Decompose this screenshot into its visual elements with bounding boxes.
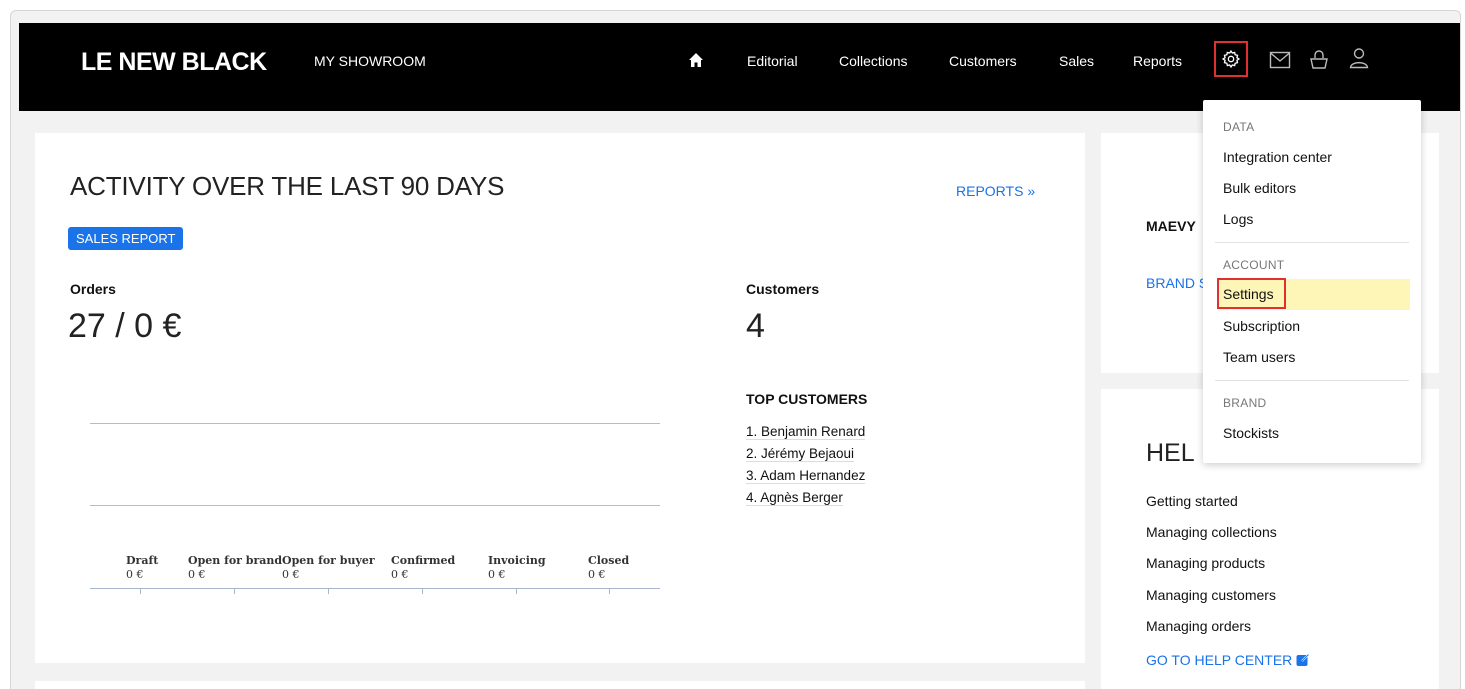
activity-title: ACTIVITY OVER THE LAST 90 DAYS [70,171,505,201]
nav-collections[interactable]: Collections [839,53,907,69]
status-draft-value: 0 € [126,568,144,581]
menu-item-logs[interactable]: Logs [1223,211,1253,227]
sales-report-badge[interactable]: SALES REPORT [68,227,184,250]
help-link-getting-started[interactable]: Getting started [1146,493,1238,509]
brand-settings-link[interactable]: BRAND S [1146,275,1208,291]
dropdown-divider [1215,380,1409,381]
user-icon[interactable] [1342,41,1376,75]
top-customers-heading: TOP CUSTOMERS [746,391,868,407]
list-item[interactable]: 1. Benjamin Renard [746,421,866,443]
help-title: HEL [1146,439,1195,467]
dropdown-divider [1215,242,1409,243]
brand-logo[interactable]: LE NEW BLACK [81,48,267,77]
menu-item-integration-center[interactable]: Integration center [1223,149,1332,165]
settings-dropdown-menu: DATA Integration center Bulk editors Log… [1203,100,1421,463]
status-invoicing-label: Invoicing [488,554,546,567]
menu-item-team-users[interactable]: Team users [1223,349,1295,365]
bag-icon[interactable] [1302,43,1336,77]
nav-sales[interactable]: Sales [1059,53,1094,69]
status-confirmed-label: Confirmed [391,554,456,567]
activity-card [35,133,1085,663]
axis-tick [328,589,329,594]
top-customers-list: 1. Benjamin Renard 2. Jérémy Bejaoui 3. … [746,421,866,509]
status-open-brand-label: Open for brand [188,554,283,567]
home-icon[interactable] [679,43,713,77]
help-center-label: GO TO HELP CENTER [1146,652,1293,668]
list-item[interactable]: 3. Adam Hernandez [746,465,866,487]
list-item[interactable]: 4. Agnès Berger [746,487,865,509]
chart-axis [90,588,660,589]
status-invoicing-value: 0 € [488,568,506,581]
axis-tick [234,589,235,594]
dropdown-section-brand: BRAND [1223,396,1267,410]
customers-label: Customers [746,281,820,297]
brand-name: MAEVY [1146,218,1196,234]
orders-label: Orders [70,281,116,297]
help-link-customers[interactable]: Managing customers [1146,587,1276,603]
top-navigation-bar: LE NEW BLACK MY SHOWROOM Editorial Colle… [19,23,1460,111]
menu-item-settings[interactable]: Settings [1223,286,1274,302]
nav-editorial[interactable]: Editorial [747,53,798,69]
menu-item-bulk-editors[interactable]: Bulk editors [1223,180,1296,196]
help-link-products[interactable]: Managing products [1146,555,1265,571]
chart-gridline [90,505,660,506]
status-draft-label: Draft [126,554,159,567]
axis-tick [140,589,141,594]
mail-icon[interactable] [1263,43,1297,77]
list-item[interactable]: 2. Jérémy Bejaoui [746,443,865,465]
help-center-link[interactable]: GO TO HELP CENTER [1146,652,1311,670]
external-link-icon [1296,653,1311,670]
help-link-collections[interactable]: Managing collections [1146,524,1277,540]
nav-customers[interactable]: Customers [949,53,1017,69]
status-confirmed-value: 0 € [391,568,409,581]
gear-icon[interactable] [1214,41,1248,77]
axis-tick [609,589,610,594]
customers-value: 4 [746,307,765,345]
axis-tick [422,589,423,594]
status-open-buyer-label: Open for buyer [282,554,375,567]
chart-gridline [90,423,660,424]
axis-tick [516,589,517,594]
dropdown-section-data: DATA [1223,120,1255,134]
menu-item-stockists[interactable]: Stockists [1223,425,1279,441]
my-showroom-link[interactable]: MY SHOWROOM [314,53,426,69]
status-closed-value: 0 € [588,568,606,581]
status-open-brand-value: 0 € [188,568,206,581]
menu-item-subscription[interactable]: Subscription [1223,318,1300,334]
dropdown-section-account: ACCOUNT [1223,258,1285,272]
status-open-buyer-value: 0 € [282,568,300,581]
nav-reports[interactable]: Reports [1133,53,1182,69]
status-closed-label: Closed [588,554,630,567]
app-frame: LE NEW BLACK MY SHOWROOM Editorial Colle… [10,10,1461,689]
reports-link[interactable]: REPORTS » [956,183,1035,199]
activity-card-bottom [35,681,1085,689]
help-link-orders[interactable]: Managing orders [1146,618,1251,634]
orders-value: 27 / 0 € [68,307,182,345]
